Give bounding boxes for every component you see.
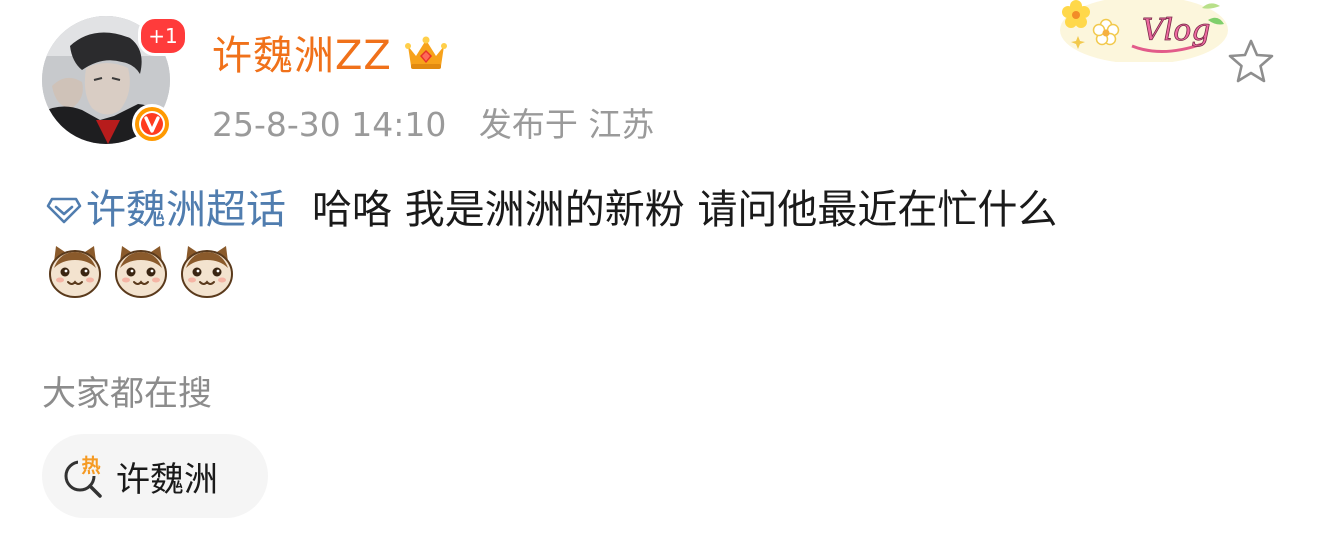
- crown-icon: [404, 36, 447, 69]
- cat-emoji-3: [181, 246, 233, 298]
- hot-search-label[interactable]: 许魏洲: [116, 452, 218, 501]
- avatar-container[interactable]: +1: [42, 16, 188, 144]
- star-icon[interactable]: [1226, 38, 1276, 84]
- post-timestamp: 25-8-30 14:10: [212, 105, 447, 144]
- cat-emoji-1: [49, 246, 101, 298]
- post-meta: 25-8-30 14:10 发布于 江苏: [212, 98, 654, 146]
- hot-search-chip[interactable]: 热 许魏洲: [42, 434, 268, 518]
- verified-v-icon: [132, 104, 172, 144]
- emoji-row: [46, 242, 244, 300]
- username-row[interactable]: 许魏洲ZZ: [212, 23, 448, 81]
- hot-label: 热: [81, 454, 100, 477]
- post-content: 许魏洲超话 哈咯 我是洲洲的新粉 请问他最近在忙什么: [46, 184, 1286, 236]
- weibo-post: +1 许魏洲ZZ 25-8-30 14:10 发布于 江苏 Vlog 许魏洲超话…: [0, 0, 1320, 537]
- search-heading: 大家都在搜: [42, 374, 212, 414]
- post-text: 哈咯 我是洲洲的新粉 请问他最近在忙什么: [312, 187, 1058, 233]
- hot-search-icon: 热: [64, 454, 104, 498]
- post-location: 发布于 江苏: [478, 105, 655, 144]
- super-topic-link[interactable]: 许魏洲超话: [46, 187, 286, 233]
- cat-emoji-2: [115, 246, 167, 298]
- new-post-badge: +1: [138, 16, 188, 56]
- super-topic-label[interactable]: 许魏洲超话: [86, 187, 286, 233]
- username-text[interactable]: 许魏洲ZZ: [212, 23, 392, 81]
- sticker-text: Vlog: [1142, 13, 1211, 48]
- vlog-sticker-icon: Vlog: [1060, 0, 1228, 62]
- diamond-topic-icon: [46, 197, 82, 224]
